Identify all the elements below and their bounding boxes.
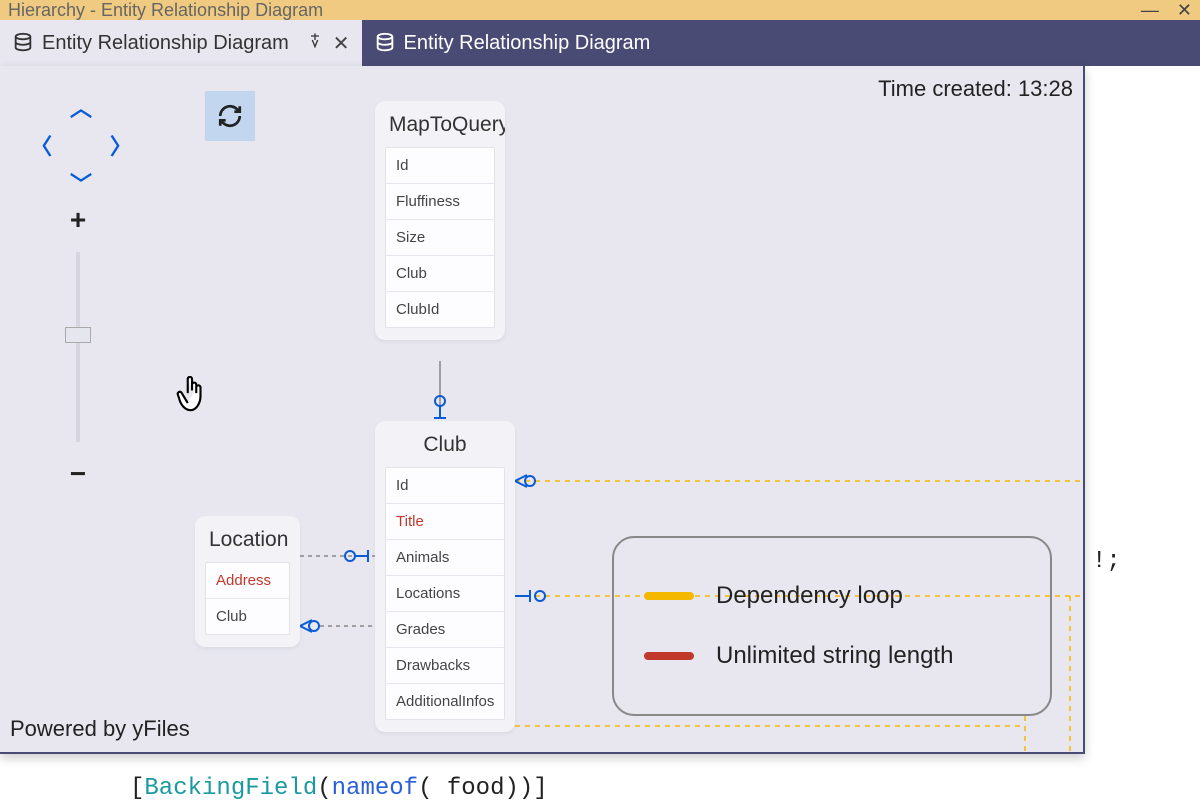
pin-icon[interactable] [307, 31, 323, 56]
time-created-label: Time created: 13:28 [878, 76, 1073, 102]
pan-right-button[interactable]: 〉 [110, 129, 132, 161]
code-fn: BackingField [144, 775, 317, 802]
tab-erd-active[interactable]: Entity Relationship Diagram ✕ [0, 20, 362, 66]
legend-label: Unlimited string length [716, 642, 953, 670]
titlebar: Hierarchy - Entity Relationship Diagram … [0, 0, 1200, 20]
entity-field[interactable]: Grades [386, 612, 504, 648]
entity-field[interactable]: Id [386, 148, 494, 184]
entity-fields: Address Club [205, 562, 290, 635]
entity-field[interactable]: Size [386, 220, 494, 256]
database-icon [374, 32, 396, 54]
close-icon[interactable]: ✕ [333, 31, 350, 56]
zoom-out-button[interactable]: − [70, 460, 86, 488]
zoom-slider-thumb[interactable] [65, 327, 91, 343]
code-kw: nameof [332, 775, 418, 802]
database-icon [12, 32, 34, 54]
tabbar: Entity Relationship Diagram ✕ Entity Rel… [0, 20, 1200, 66]
pan-up-button[interactable]: ︿ [70, 91, 92, 123]
entity-field[interactable]: Club [386, 256, 494, 292]
legend-row: Unlimited string length [644, 642, 1020, 670]
entity-title: Club [375, 421, 515, 467]
pan-left-button[interactable]: 〈 [30, 129, 52, 161]
entity-fields: Id Fluffiness Size Club ClubId [385, 147, 495, 328]
code-text: ( [317, 775, 331, 802]
code-text: ( food))] [418, 775, 548, 802]
entity-field[interactable]: Title [386, 504, 504, 540]
tab-erd-inactive[interactable]: Entity Relationship Diagram [362, 20, 663, 66]
window-title: Hierarchy - Entity Relationship Diagram [8, 0, 323, 20]
legend-swatch-red [644, 652, 694, 660]
entity-title: MapToQuery [375, 101, 505, 147]
minimize-icon[interactable]: — [1141, 0, 1159, 20]
entity-club[interactable]: Club Id Title Animals Locations Grades D… [375, 421, 515, 732]
refresh-button[interactable] [205, 91, 255, 141]
legend-box: Dependency loop Unlimited string length [612, 536, 1052, 716]
pan-down-button[interactable]: ﹀ [70, 167, 92, 199]
entity-field[interactable]: ClubId [386, 292, 494, 327]
entity-field[interactable]: AdditionalInfos [386, 684, 504, 719]
stray-text: !; [1092, 548, 1121, 575]
entity-title: Location [195, 516, 300, 562]
zoom-slider-track[interactable] [76, 252, 80, 442]
entity-field[interactable]: Fluffiness [386, 184, 494, 220]
entity-field[interactable]: Id [386, 468, 504, 504]
tab-label: Entity Relationship Diagram [42, 32, 289, 55]
legend-label: Dependency loop [716, 582, 903, 610]
legend-swatch-yellow [644, 592, 694, 600]
entity-location[interactable]: Location Address Club [195, 516, 300, 647]
legend-row: Dependency loop [644, 582, 1020, 610]
code-text: [ [130, 775, 144, 802]
entity-field[interactable]: Address [206, 563, 289, 599]
diagram-canvas[interactable]: Time created: 13:28 Powered by yFiles ︿ … [0, 66, 1085, 754]
hand-cursor-icon [175, 376, 209, 425]
close-window-icon[interactable]: ✕ [1177, 0, 1192, 20]
entity-field[interactable]: Animals [386, 540, 504, 576]
entity-fields: Id Title Animals Locations Grades Drawba… [385, 467, 505, 720]
tab-label: Entity Relationship Diagram [404, 32, 651, 55]
code-snippet: [BackingField(nameof( food))] [130, 775, 548, 802]
powered-by-label: Powered by yFiles [10, 716, 190, 742]
entity-field[interactable]: Locations [386, 576, 504, 612]
entity-field[interactable]: Club [206, 599, 289, 634]
entity-field[interactable]: Drawbacks [386, 648, 504, 684]
entity-maptoquery[interactable]: MapToQuery Id Fluffiness Size Club ClubI… [375, 101, 505, 340]
zoom-in-button[interactable]: + [70, 206, 86, 234]
zoom-controls: + − [58, 206, 98, 488]
